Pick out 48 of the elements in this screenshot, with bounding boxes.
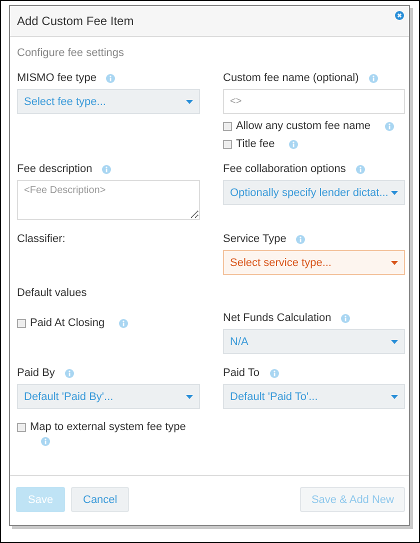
info-icon[interactable]	[356, 164, 365, 174]
caret-icon	[391, 340, 398, 344]
checkbox-label: Allow any custom fee name	[236, 120, 371, 132]
info-icon[interactable]	[118, 318, 128, 328]
dialog-title: Add Custom Fee Item	[17, 14, 134, 28]
info-icon[interactable]	[341, 314, 350, 322]
checkbox-label: Title fee	[236, 138, 275, 150]
field-label: Fee description	[17, 163, 92, 175]
field-label: Classifier:	[17, 233, 66, 245]
field-label: Fee collaboration options	[223, 163, 346, 175]
caret-icon	[391, 190, 398, 194]
close-icon[interactable]	[395, 11, 404, 20]
checkbox[interactable]	[223, 122, 232, 130]
footer-button[interactable]: Cancel	[71, 487, 130, 512]
checkbox-label: Paid At Closing	[30, 317, 105, 329]
section-heading: Default values	[17, 287, 88, 299]
dropdown-field[interactable]: Optionally specify lender dictat...	[223, 180, 405, 205]
field-label: MISMO fee type	[17, 72, 96, 84]
field-label: Net Funds Calculation	[223, 312, 332, 324]
info-icon[interactable]	[41, 437, 50, 446]
checkbox[interactable]	[17, 422, 26, 432]
caret-icon	[391, 260, 398, 264]
caret-icon	[186, 394, 193, 398]
field-label: Paid To	[223, 367, 260, 379]
dropdown-field[interactable]: Default 'Paid By'...	[17, 384, 200, 409]
info-icon[interactable]	[384, 122, 394, 130]
field-label: Custom fee name (optional)	[223, 72, 359, 84]
dropdown-field[interactable]: Default 'Paid To'...	[223, 384, 405, 409]
dropdown-field[interactable]: Select fee type...	[17, 89, 200, 114]
checkbox[interactable]	[17, 318, 26, 328]
field-label: Service Type	[223, 233, 286, 245]
description-field[interactable]: <Fee Description>	[17, 180, 200, 220]
info-icon[interactable]	[102, 164, 112, 174]
info-icon[interactable]	[368, 74, 378, 82]
info-icon[interactable]	[270, 368, 278, 378]
dropdown-field[interactable]: N/A	[223, 329, 405, 354]
caret-icon	[186, 100, 193, 104]
dropdown-field[interactable]: Select service type...	[223, 250, 405, 275]
checkbox[interactable]	[223, 140, 232, 148]
checkbox-label: Map to external system fee type	[30, 421, 186, 433]
info-icon[interactable]	[288, 140, 298, 148]
field-label: Paid By	[17, 367, 55, 379]
section-subtitle: Configure fee settings	[17, 47, 126, 59]
info-icon[interactable]	[106, 74, 116, 82]
info-icon[interactable]	[64, 368, 74, 378]
text-field[interactable]: <>	[223, 89, 405, 114]
caret-icon	[391, 394, 398, 398]
info-icon[interactable]	[296, 234, 306, 244]
